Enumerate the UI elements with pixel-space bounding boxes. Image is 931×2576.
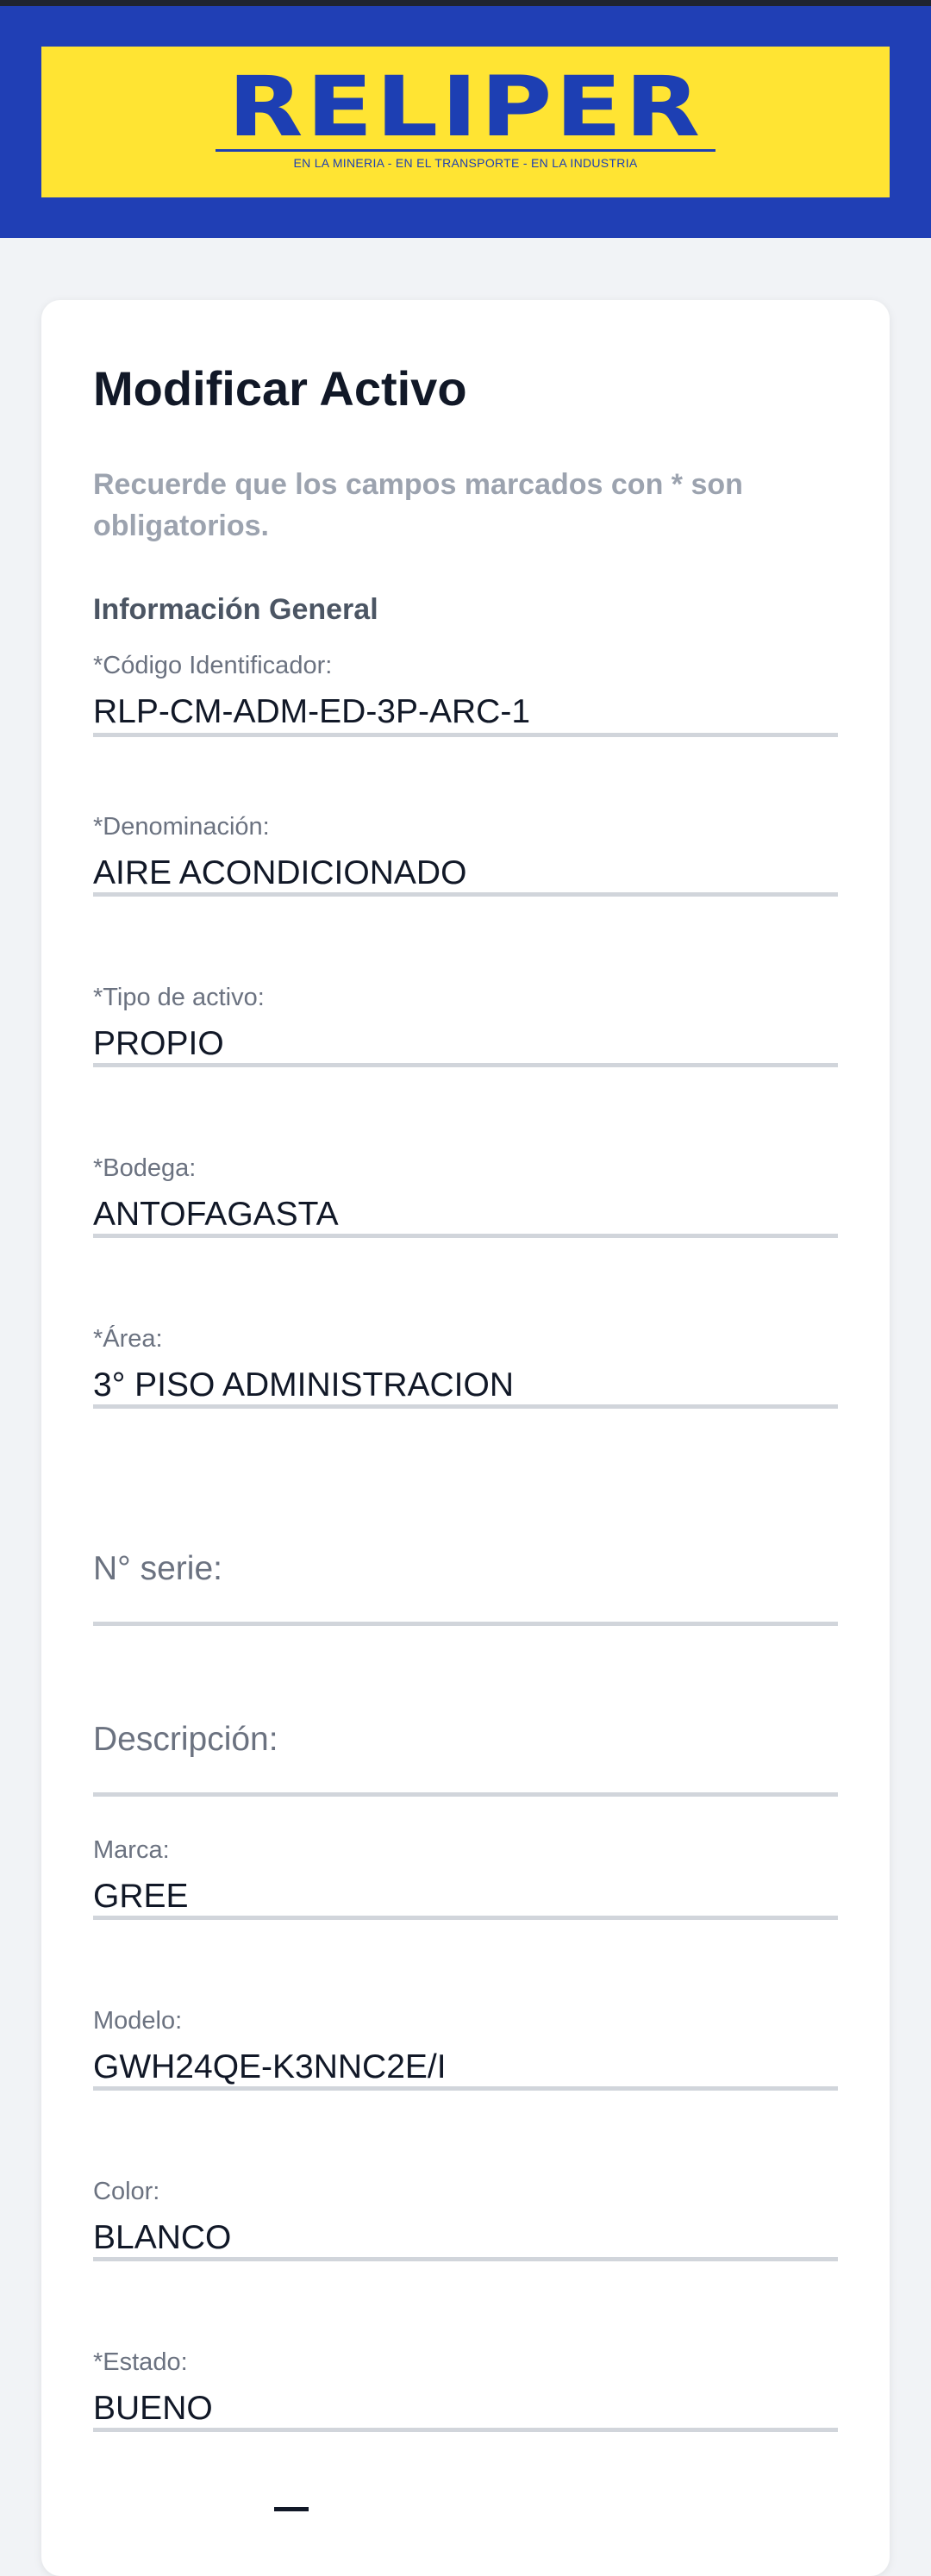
field-value[interactable]: GREE — [93, 1878, 189, 1916]
field-label: *Estado: — [93, 2348, 188, 2376]
field-underline — [93, 1792, 838, 1797]
field-placeholder[interactable]: Descripción: — [93, 1721, 278, 1759]
tipo-activo-field[interactable]: *Tipo de activo: PROPIO — [93, 984, 838, 1070]
field-underline — [93, 1916, 838, 1920]
page-title: Modificar Activo — [93, 361, 467, 416]
form-card: Modificar Activo Recuerde que los campos… — [41, 300, 890, 2576]
field-value[interactable]: ANTOFAGASTA — [93, 1196, 339, 1234]
field-value[interactable]: PROPIO — [93, 1025, 224, 1063]
field-value[interactable]: BLANCO — [93, 2219, 231, 2257]
field-underline — [93, 892, 838, 897]
field-placeholder[interactable]: N° serie: — [93, 1550, 222, 1588]
denominacion-field[interactable]: *Denominación: AIRE ACONDICIONADO — [93, 813, 838, 899]
field-label: Modelo: — [93, 2007, 183, 2035]
status-bar-edge — [0, 0, 931, 6]
field-label: *Bodega: — [93, 1154, 197, 1182]
field-value[interactable]: AIRE ACONDICIONADO — [93, 854, 466, 892]
field-label: *Área: — [93, 1325, 163, 1353]
bodega-field[interactable]: *Bodega: ANTOFAGASTA — [93, 1154, 838, 1241]
estado-field[interactable]: *Estado: BUENO — [93, 2348, 838, 2435]
field-underline — [93, 1063, 838, 1067]
field-label: Color: — [93, 2178, 160, 2205]
field-underline — [93, 1404, 838, 1409]
modelo-field[interactable]: Modelo: GWH24QE-K3NNC2E/I — [93, 2007, 838, 2093]
reliper-logo: RELIPER EN LA MINERIA - EN EL TRANSPORTE… — [41, 47, 890, 197]
numero-serie-field[interactable]: N° serie: — [93, 1550, 838, 1626]
required-fields-note: Recuerde que los campos marcados con * s… — [93, 468, 743, 542]
field-underline — [93, 1234, 838, 1238]
codigo-identificador-field[interactable]: *Código Identificador: RLP-CM-ADM-ED-3P-… — [93, 652, 838, 738]
field-underline — [93, 733, 838, 737]
field-underline — [93, 1622, 838, 1626]
field-underline — [93, 2257, 838, 2261]
app-header: RELIPER EN LA MINERIA - EN EL TRANSPORTE… — [0, 6, 931, 238]
field-underline — [93, 2086, 838, 2091]
field-label: *Denominación: — [93, 813, 270, 841]
color-field[interactable]: Color: BLANCO — [93, 2178, 838, 2264]
section-heading-general: Información General — [93, 593, 378, 626]
field-label: *Código Identificador: — [93, 652, 333, 679]
field-value[interactable]: 3° PISO ADMINISTRACION — [93, 1366, 514, 1404]
logo-underline — [216, 149, 715, 152]
descripcion-field[interactable]: Descripción: — [93, 1721, 838, 1797]
field-value[interactable]: BUENO — [93, 2390, 213, 2428]
next-field-cutoff — [274, 2507, 309, 2529]
field-value[interactable]: GWH24QE-K3NNC2E/I — [93, 2048, 447, 2086]
logo-tagline: EN LA MINERIA - EN EL TRANSPORTE - EN LA… — [293, 156, 638, 170]
logo-wordmark: RELIPER — [228, 59, 703, 155]
field-label: Marca: — [93, 1836, 170, 1864]
marca-field[interactable]: Marca: GREE — [93, 1836, 838, 1923]
field-label: *Tipo de activo: — [93, 984, 265, 1011]
area-field[interactable]: *Área: 3° PISO ADMINISTRACION — [93, 1325, 838, 1411]
field-value[interactable]: RLP-CM-ADM-ED-3P-ARC-1 — [93, 693, 530, 731]
field-underline — [93, 2428, 838, 2432]
